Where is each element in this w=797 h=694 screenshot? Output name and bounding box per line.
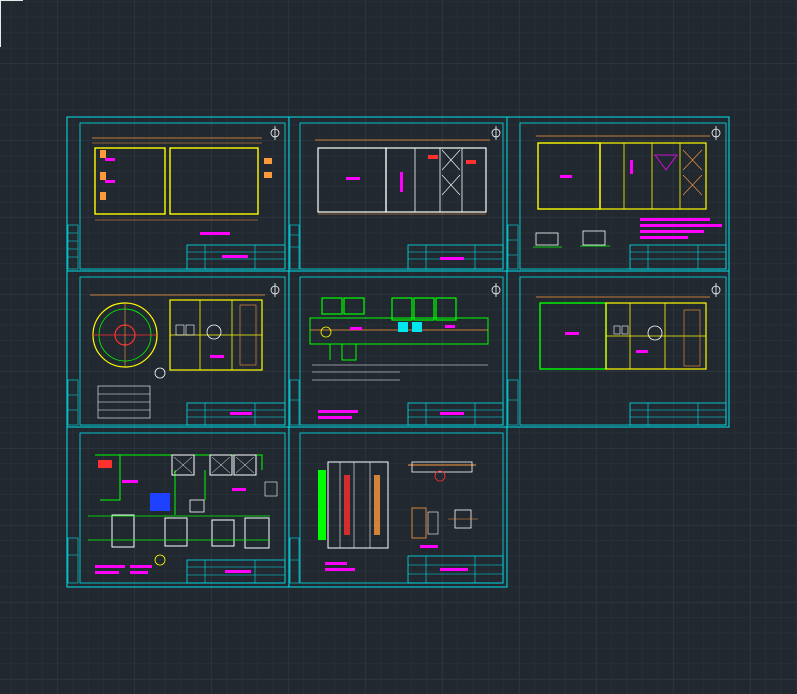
title-block xyxy=(186,244,286,270)
sheet-5[interactable] xyxy=(288,270,508,428)
notes-text xyxy=(318,410,358,419)
revision-column xyxy=(289,224,300,270)
revision-column xyxy=(67,379,79,426)
drawing-sheets[interactable] xyxy=(0,0,797,694)
title-block xyxy=(407,555,504,584)
north-arrow-icon xyxy=(711,283,721,297)
title-block xyxy=(407,244,504,270)
title-block xyxy=(186,559,286,584)
revision-column xyxy=(289,537,300,584)
revision-column xyxy=(507,224,519,270)
notes-text xyxy=(640,218,722,239)
sheet-2[interactable] xyxy=(288,116,508,272)
sheet-8[interactable] xyxy=(288,426,508,588)
north-arrow-icon xyxy=(270,126,280,140)
model-space-canvas[interactable] xyxy=(0,0,797,694)
sheet-3[interactable] xyxy=(506,116,730,272)
revision-column xyxy=(507,379,519,426)
title-block xyxy=(629,402,727,426)
revision-column xyxy=(67,537,79,584)
north-arrow-icon xyxy=(270,283,280,297)
north-arrow-icon xyxy=(711,126,721,140)
sheet-7[interactable] xyxy=(66,426,290,588)
legend-table xyxy=(97,385,151,419)
sheet-6[interactable] xyxy=(506,270,730,428)
title-block xyxy=(629,244,727,270)
north-arrow-icon xyxy=(491,126,501,140)
sheet-1[interactable] xyxy=(66,116,290,272)
revision-column xyxy=(67,224,79,270)
detail-sections xyxy=(533,230,610,248)
revision-column xyxy=(289,379,300,426)
title-block xyxy=(407,402,504,426)
sheet-4[interactable] xyxy=(66,270,290,428)
north-arrow-icon xyxy=(491,283,501,297)
title-block xyxy=(186,402,286,426)
